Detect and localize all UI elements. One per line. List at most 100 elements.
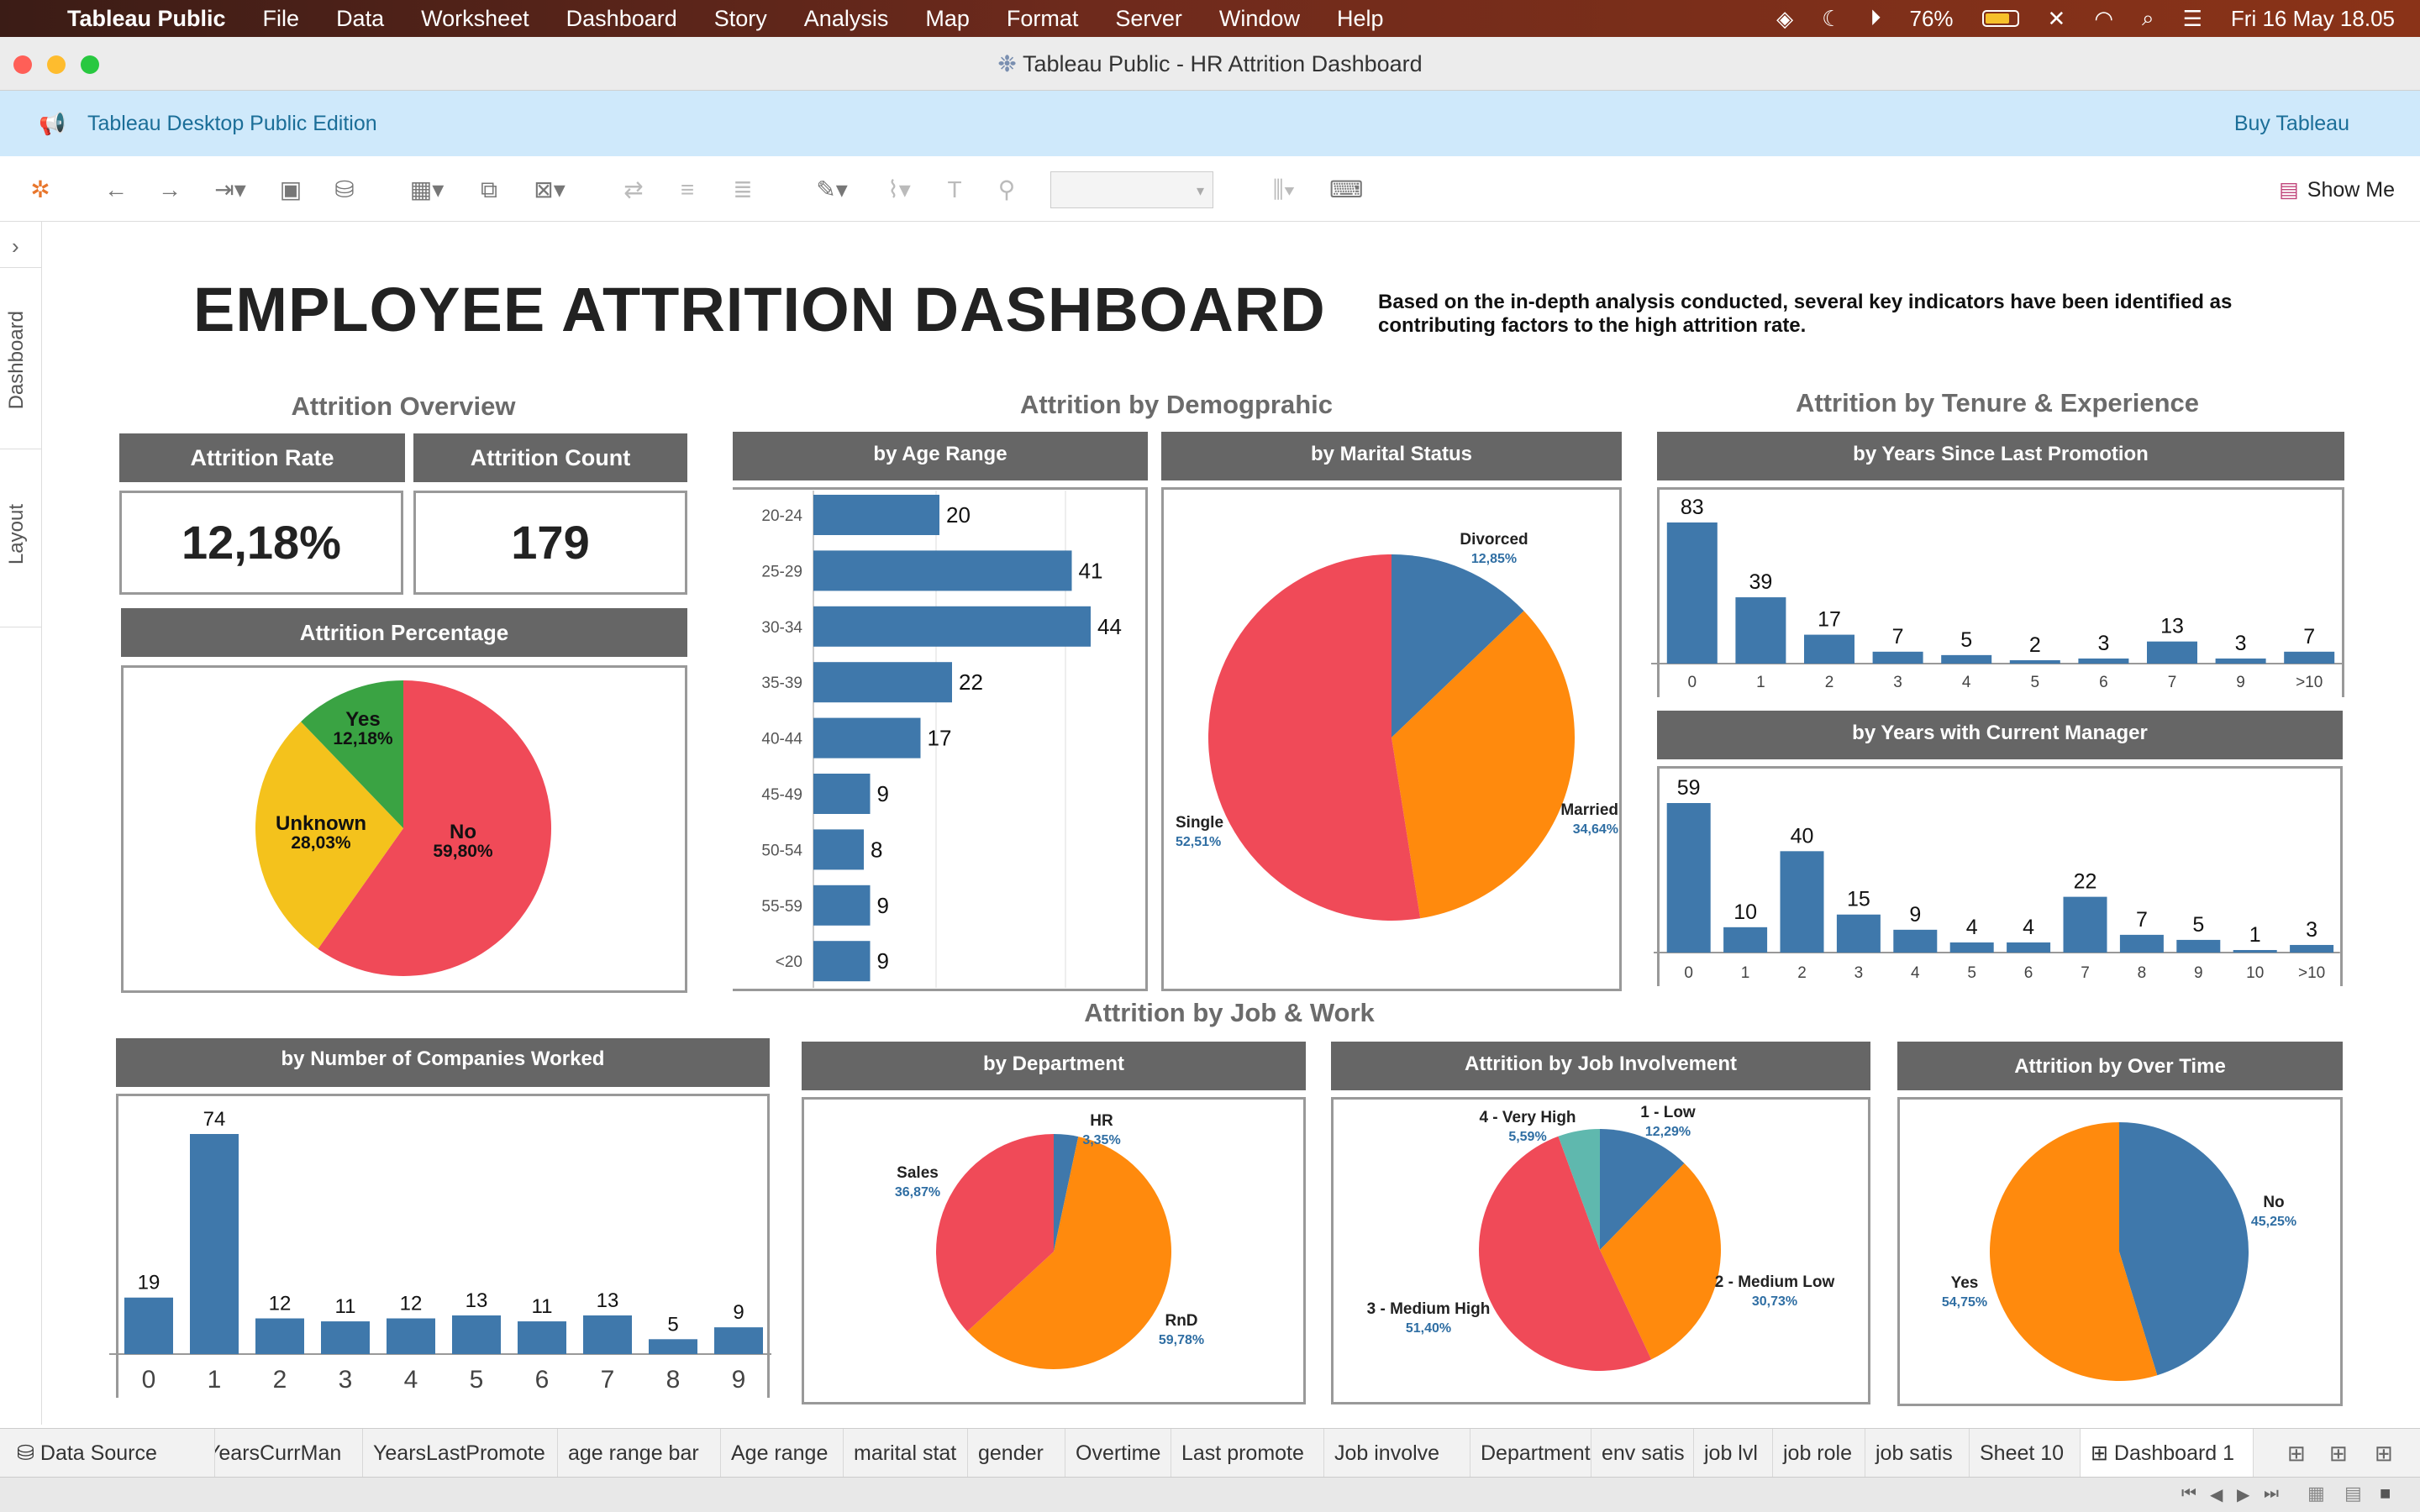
sheet-tab-job-satis[interactable]: job satis: [1865, 1429, 1970, 1478]
prev-sheet-icon[interactable]: ◀: [2210, 1484, 2223, 1505]
manager-tick-6: 6: [2024, 964, 2033, 982]
promotion-bar-10: [2284, 651, 2335, 664]
age-bar-35-39: [813, 662, 952, 703]
age-tick-50-54: 50-54: [761, 842, 802, 859]
companies-bar-5: [452, 1315, 501, 1354]
manager-value-7: 22: [2074, 870, 2097, 894]
companies-value-4: 12: [400, 1293, 423, 1315]
companies-tick-6: 6: [535, 1366, 550, 1394]
companies-value-1: 74: [203, 1108, 226, 1131]
manager-tick-5: 5: [1967, 964, 1976, 982]
new-worksheet-tab-icon[interactable]: ⊞: [2287, 1441, 2306, 1467]
companies-value-2: 12: [269, 1293, 292, 1315]
manager-bar-2: [1780, 851, 1824, 953]
companies-bar-9: [714, 1327, 763, 1354]
companies-value-5: 13: [466, 1289, 488, 1312]
age-tick-30-34: 30-34: [761, 619, 802, 637]
age-value-50-54: 8: [871, 837, 882, 862]
overtime-label-no: No: [2263, 1194, 2284, 1211]
percentage-pct-no: 59,80%: [433, 842, 493, 861]
age-value-35-39: 22: [959, 669, 983, 695]
manager-value-8: 7: [2136, 908, 2148, 932]
manager-bar-0: [1666, 803, 1711, 953]
manager-value-5: 4: [1966, 916, 1978, 939]
companies-value-0: 19: [138, 1272, 160, 1294]
manager-value-2: 40: [1791, 824, 1814, 848]
first-sheet-icon[interactable]: ⏮: [2181, 1484, 2196, 1504]
manager-tick-4: 4: [1911, 964, 1920, 982]
manager-tick-10: >10: [2298, 964, 2325, 982]
new-story-tab-icon[interactable]: ⊞: [2375, 1441, 2393, 1467]
marital-pct-single: 52,51%: [1176, 835, 1221, 849]
promotion-tick-0: 0: [1688, 674, 1697, 691]
sheet-tab-job-role[interactable]: job role: [1773, 1429, 1865, 1478]
age-value-40-44: 17: [928, 726, 952, 751]
sheet-tab-gender[interactable]: gender: [968, 1429, 1065, 1478]
promotion-value-0: 83: [1681, 496, 1704, 519]
promotion-bar-3: [1872, 651, 1923, 664]
sheet-tab-yearscurrman[interactable]: YearsCurrMan: [215, 1429, 363, 1478]
marital-pct-divorced: 12,85%: [1471, 552, 1517, 566]
promotion-value-4: 5: [1960, 628, 1972, 652]
promotion-bar-1: [1735, 597, 1786, 664]
age-tick-20-24: 20-24: [761, 507, 802, 525]
promotion-bar-6: [2078, 658, 2129, 664]
involvement-label-2-medium-low: 2 - Medium Low: [1715, 1273, 1835, 1291]
promotion-tick-3: 3: [1893, 674, 1902, 691]
involvement-pct-4-very-high: 5,59%: [1508, 1130, 1546, 1144]
marital-slice-single: [1207, 554, 1421, 921]
sheet-tab-marital-stat[interactable]: marital stat: [844, 1429, 968, 1478]
age-value-45-49: 9: [877, 781, 889, 806]
companies-bar-0: [124, 1297, 173, 1354]
sheet-tab-age-range[interactable]: Age range: [721, 1429, 844, 1478]
age-value-30-34: 44: [1097, 614, 1122, 639]
age-bar-55-59: [813, 885, 871, 926]
department-pct-rnd: 59,78%: [1159, 1333, 1204, 1347]
sheet-tab-age-range-bar[interactable]: age range bar: [558, 1429, 721, 1478]
promotion-value-9: 3: [2235, 632, 2247, 655]
last-sheet-icon[interactable]: ⏭: [2264, 1484, 2279, 1504]
promotion-value-10: 7: [2303, 625, 2315, 648]
involvement-label-1-low: 1 - Low: [1640, 1104, 1696, 1121]
sheet-tab-data-source[interactable]: ⛁ Data Source: [0, 1429, 215, 1478]
manager-bar-1: [1723, 927, 1768, 953]
promotion-value-7: 13: [2160, 615, 2184, 638]
age-bar-45-49: [813, 774, 871, 814]
tab-view-icon[interactable]: ■: [2380, 1483, 2391, 1504]
sheet-tab-env-satis[interactable]: env satis: [1591, 1429, 1694, 1478]
sheet-tab-overtime[interactable]: Overtime: [1065, 1429, 1171, 1478]
film-view-icon[interactable]: ▤: [2344, 1483, 2362, 1504]
sheet-tab-yearslastpromote[interactable]: YearsLastPromote: [363, 1429, 558, 1478]
sheet-tab-job-involve[interactable]: Job involve: [1324, 1429, 1470, 1478]
promotion-bar-2: [1804, 634, 1854, 664]
companies-bar-6: [518, 1321, 566, 1354]
promotion-bar-4: [1941, 654, 1992, 664]
promotion-tick-5: 5: [2031, 674, 2040, 691]
promotion-value-1: 39: [1749, 570, 1772, 594]
manager-tick-10: 10: [2246, 964, 2264, 982]
sheet-tab-last-promote[interactable]: Last promote: [1171, 1429, 1324, 1478]
percentage-pct-unknown: 28,03%: [291, 833, 351, 853]
promotion-tick-1: 1: [1756, 674, 1765, 691]
overtime-pct-yes: 54,75%: [1942, 1295, 1987, 1310]
grid-view-icon[interactable]: ▦: [2307, 1483, 2325, 1504]
sheet-tab-dashboard-1[interactable]: ⊞ Dashboard 1: [2081, 1429, 2254, 1478]
new-dashboard-tab-icon[interactable]: ⊞: [2329, 1441, 2348, 1467]
manager-bar-6: [2007, 942, 2051, 953]
involvement-label-3-medium-high: 3 - Medium High: [1367, 1300, 1491, 1318]
sheet-tab-job-lvl[interactable]: job lvl: [1694, 1429, 1773, 1478]
age-value-20: 9: [877, 948, 889, 974]
age-tick-40-44: 40-44: [761, 731, 802, 748]
promotion-bar-7: [2147, 641, 2197, 664]
companies-tick-0: 0: [142, 1366, 156, 1394]
percentage-label-yes: Yes: [345, 708, 380, 731]
manager-value-9: 5: [2192, 913, 2204, 937]
age-bar-40-44: [813, 717, 921, 759]
sheet-tab-department[interactable]: Department: [1470, 1429, 1591, 1478]
manager-tick-8: 8: [2138, 964, 2147, 982]
companies-value-8: 5: [667, 1313, 678, 1336]
next-sheet-icon[interactable]: ▶: [2237, 1484, 2249, 1505]
sheet-tab-sheet-10[interactable]: Sheet 10: [1970, 1429, 2081, 1478]
manager-value-6: 4: [2023, 916, 2034, 939]
manager-value-4: 9: [1909, 903, 1921, 927]
